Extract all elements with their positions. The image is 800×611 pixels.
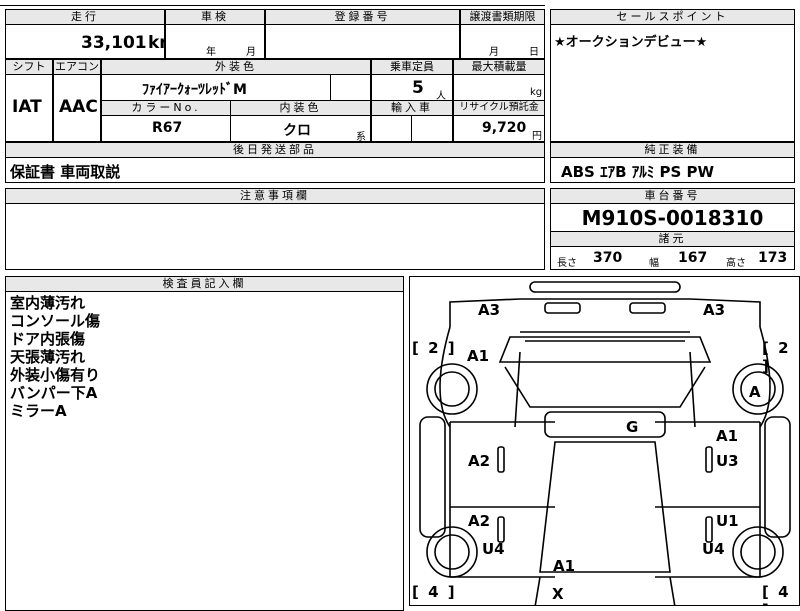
- mark-door-rr: U1: [716, 512, 739, 530]
- shaken-header: 車検: [165, 9, 265, 25]
- bracket-top-left: [ 2 ]: [412, 339, 457, 357]
- chassis-cell: M910S-0018310: [550, 203, 795, 232]
- max-load-unit: kg: [530, 87, 543, 98]
- transfer-cell: 月 日: [460, 24, 545, 59]
- exterior-color-value: ﾌｧｲｱｰｸｫｰﾂﾚｯﾄﾞM: [142, 82, 247, 98]
- capacity-header: 乗車定員: [371, 59, 453, 75]
- aircon-header: エアコン: [53, 59, 101, 75]
- inspector-header: 検査員記入欄: [5, 276, 404, 292]
- interior-color-header: 内装色: [230, 100, 371, 116]
- bracket-top-right: [ 2 ]: [762, 339, 791, 375]
- mark-rear-left: U4: [482, 540, 505, 558]
- shift-cell: IAT: [5, 74, 53, 142]
- shift-value: IAT: [12, 97, 42, 117]
- interior-color-suffix: 系: [356, 132, 366, 142]
- mark-rear-right: U4: [702, 540, 725, 558]
- mileage-unit: km: [148, 33, 164, 53]
- shift-header: シフト: [5, 59, 53, 75]
- interior-color-cell: クロ 系: [230, 115, 371, 142]
- color-no-value: R67: [152, 120, 183, 136]
- chassis-value: M910S-0018310: [581, 206, 764, 230]
- mark-rear: A1: [553, 557, 576, 575]
- recycle-cell: 9,720 円: [453, 115, 545, 142]
- capacity-cell: 5 人: [371, 74, 453, 101]
- mark-door-rf: A1: [716, 427, 739, 445]
- car-diagram: A3 A3 [ 2 ] [ 2 ] A1 A G A1 U3 A2 A2 U1 …: [409, 276, 800, 606]
- mark-front-right: A3: [703, 301, 726, 319]
- notes-header: 注意事項欄: [5, 188, 545, 204]
- aircon-cell: AAC: [53, 74, 101, 142]
- sales-point-header: セールスポイント: [550, 9, 795, 25]
- mark-fender-left: A1: [467, 347, 490, 365]
- bracket-bottom-right: [ 4 ]: [762, 583, 791, 605]
- genuine-equipment-cell: ABS ｴｱB ｱﾙﾐ PS PW: [550, 157, 795, 183]
- dimensions-header: 諸元: [550, 231, 795, 247]
- sales-point-cell: ★オークションデビュー★: [550, 24, 795, 142]
- mark-wheel-right: A: [749, 383, 761, 401]
- color-no-cell: R67: [101, 115, 231, 142]
- transfer-header: 譲渡書類期限: [460, 9, 545, 25]
- max-load-cell: kg: [453, 74, 545, 101]
- inspector-line: ミラーA: [10, 402, 67, 420]
- width-label: 幅: [649, 258, 659, 269]
- mark-front-left: A3: [478, 301, 501, 319]
- recycle-unit: 円: [532, 131, 542, 142]
- length-value: 370: [593, 250, 623, 266]
- height-value: 173: [758, 250, 788, 266]
- mileage-cell: 33,101 km: [5, 24, 165, 59]
- registration-cell: [265, 24, 460, 59]
- inspector-cell: 室内薄汚れ コンソール傷 ドア内張傷 天張薄汚れ 外装小傷有り バンパー下A ミ…: [5, 291, 404, 611]
- later-parts-cell: 保証書 車両取説: [5, 157, 545, 183]
- inspector-line: 外装小傷有り: [10, 366, 101, 384]
- color-no-header: カラーNo.: [101, 100, 231, 116]
- sales-point-text: ★オークションデビュー★: [554, 35, 708, 50]
- dimensions-cell: 長さ 370 幅 167 高さ 173: [550, 246, 795, 270]
- notes-cell: [5, 203, 545, 270]
- interior-color-value: クロ: [283, 123, 311, 139]
- top-strip: [0, 0, 545, 6]
- exterior-color-cell: ﾌｧｲｱｰｸｫｰﾂﾚｯﾄﾞM: [101, 74, 331, 101]
- later-parts-header: 後日発送部品: [5, 142, 545, 158]
- width-value: 167: [678, 250, 708, 266]
- mileage-value: 33,101: [81, 33, 147, 53]
- height-label: 高さ: [726, 258, 746, 269]
- max-load-header: 最大積載量: [453, 59, 545, 75]
- transfer-day-unit: 日: [529, 47, 539, 58]
- import-cell-b: [411, 115, 453, 142]
- chassis-header: 車台番号: [550, 188, 795, 204]
- recycle-value: 9,720: [482, 120, 527, 136]
- aircon-value: AAC: [59, 97, 98, 117]
- import-header: 輸入車: [371, 100, 453, 116]
- inspector-line: コンソール傷: [10, 312, 101, 330]
- shaken-month-unit: 月: [246, 47, 256, 58]
- mark-door-lf: A2: [468, 452, 491, 470]
- mileage-header: 走行: [5, 9, 165, 25]
- mark-door-lr: A2: [468, 512, 491, 530]
- mark-door-rf2: U3: [716, 452, 739, 470]
- shaken-year-unit: 年: [206, 47, 216, 58]
- transfer-month-unit: 月: [489, 47, 499, 58]
- inspector-line: 天張薄汚れ: [10, 348, 86, 366]
- bracket-bottom-left: [ 4 ]: [412, 583, 457, 601]
- length-label: 長さ: [557, 258, 577, 269]
- car-outline: [419, 281, 791, 605]
- genuine-equipment-header: 純正装備: [550, 142, 795, 158]
- later-parts-text: 保証書 車両取説: [10, 163, 121, 181]
- inspector-line: ドア内張傷: [10, 330, 86, 348]
- inspector-line: バンパー下A: [10, 384, 98, 402]
- capacity-value: 5: [412, 78, 424, 98]
- genuine-equipment-text: ABS ｴｱB ｱﾙﾐ PS PW: [561, 163, 715, 181]
- mark-bumper-rear: X: [552, 585, 564, 603]
- shaken-cell: 年 月: [165, 24, 265, 59]
- inspector-line: 室内薄汚れ: [10, 294, 86, 312]
- exterior-color-extra: [330, 74, 371, 101]
- recycle-header: リサイクル預託金: [453, 100, 545, 116]
- exterior-color-header: 外装色: [101, 59, 371, 75]
- import-cell-a: [371, 115, 412, 142]
- capacity-unit: 人: [436, 91, 446, 101]
- registration-header: 登録番号: [265, 9, 460, 25]
- mark-roof: G: [626, 418, 639, 436]
